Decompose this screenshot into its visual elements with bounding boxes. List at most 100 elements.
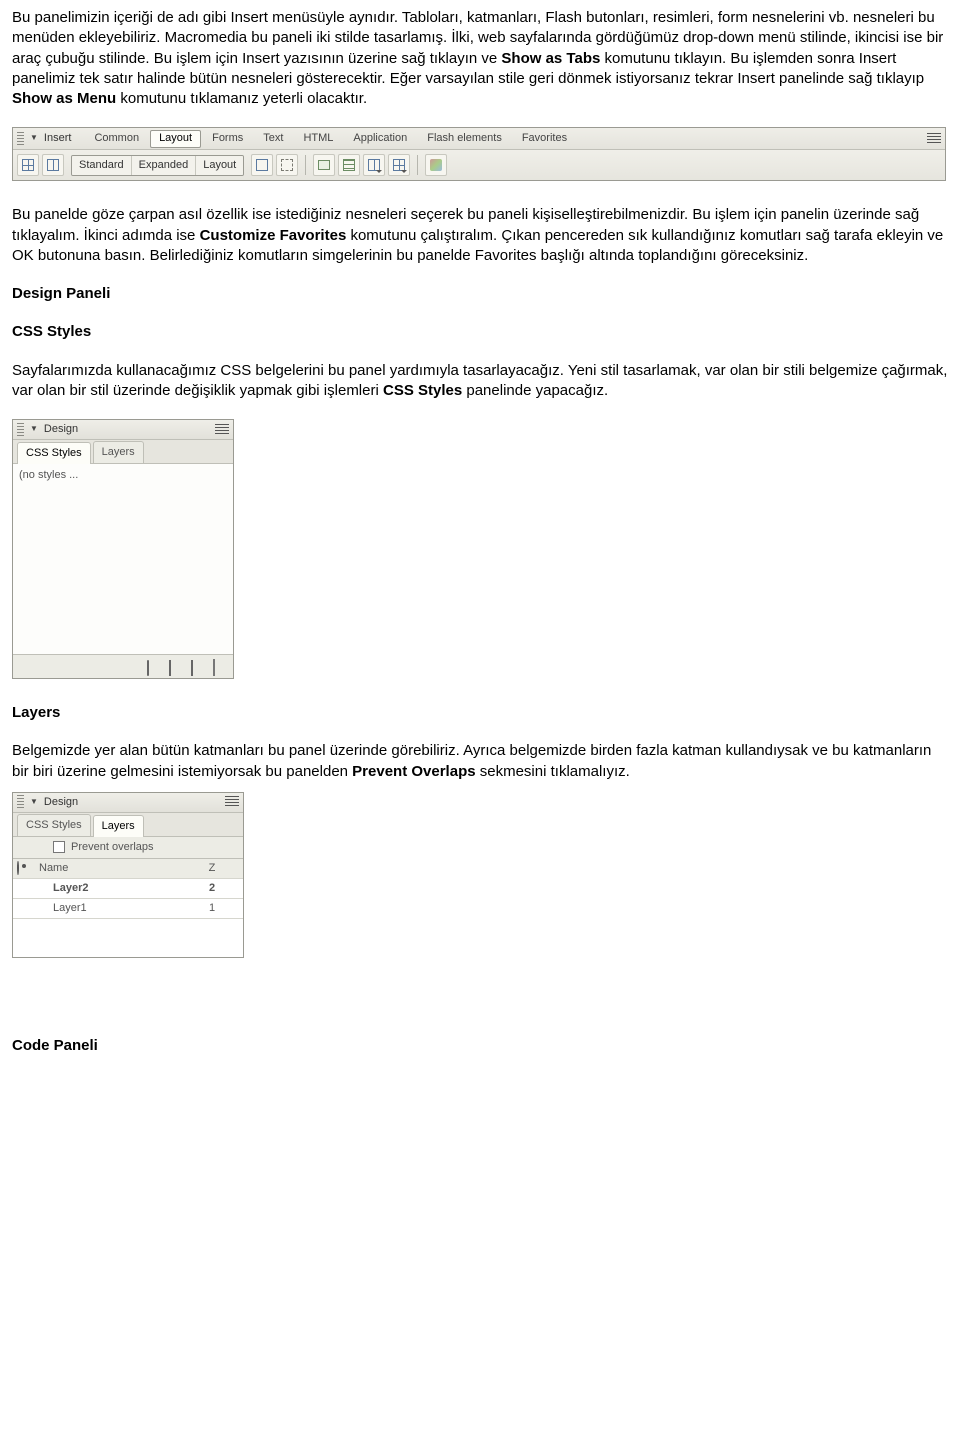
tab-forms[interactable]: Forms [203,130,252,148]
prevent-overlaps-label: Prevent overlaps [71,840,154,855]
tab-flash-elements[interactable]: Flash elements [418,130,511,148]
table-row[interactable]: Layer2 2 [13,879,243,899]
tab-css-styles[interactable]: CSS Styles [17,442,91,464]
grip-icon[interactable] [17,795,24,809]
insert-toolbar-header: ▼ Insert Common Layout Forms Text HTML A… [13,128,945,150]
edit-style-button[interactable] [191,660,205,674]
separator-icon [417,155,418,175]
paragraph-3: Sayfalarımızda kullanacağımız CSS belgel… [12,361,948,402]
edit-icon [191,660,193,676]
mode-segment: Standard Expanded Layout [71,155,244,176]
layer-name-cell[interactable]: Layer2 [39,881,185,896]
heading-design-paneli: Design Paneli [12,284,948,304]
tab-html[interactable]: HTML [294,130,342,148]
p1-bold-1: Show as Tabs [501,50,600,67]
design-panel-css: ▼ Design CSS Styles Layers (no styles ..… [12,419,234,679]
z-column-header: Z [185,861,239,876]
rows-icon [343,159,355,171]
frames-icon [393,159,405,171]
grip-icon[interactable] [17,423,24,437]
dashed-box-icon [281,159,293,171]
tab-layout[interactable]: Layout [150,130,201,148]
tab-common[interactable]: Common [85,130,148,148]
grip-icon[interactable] [17,132,24,146]
separator-icon [305,155,306,175]
design-panel-layers: ▼ Design CSS Styles Layers Prevent overl… [12,792,244,958]
eye-icon [17,861,19,875]
tabular-data-button[interactable] [425,154,447,176]
table-row[interactable]: Layer1 1 [13,899,243,919]
insert-column-button[interactable] [363,154,385,176]
seg-standard[interactable]: Standard [72,156,132,175]
insert-toolbar-row: Standard Expanded Layout [13,150,945,180]
tab-layers[interactable]: Layers [93,815,144,837]
seg-layout[interactable]: Layout [196,156,243,175]
visibility-column-header [17,861,39,876]
layers-table-header: Name Z [13,859,243,879]
heading-layers: Layers [12,703,948,723]
css-styles-body: (no styles ... [13,464,233,654]
delete-style-button[interactable] [213,660,227,674]
insert-toolbar-title: Insert [44,131,72,146]
design-panel-title: Design [44,795,78,810]
insert-row-above-button[interactable] [313,154,335,176]
heading-code-paneli: Code Paneli [12,1036,948,1056]
attach-style-sheet-button[interactable] [147,660,161,674]
new-css-rule-button[interactable] [169,660,183,674]
design-panel-header: ▼ Design [13,420,233,440]
tab-layers[interactable]: Layers [93,441,144,463]
design-panel-title: Design [44,422,78,437]
insert-table-button[interactable] [17,154,39,176]
collapse-icon[interactable]: ▼ [30,797,38,808]
no-styles-text: (no styles ... [19,469,78,481]
column-icon [368,159,380,171]
seg-expanded[interactable]: Expanded [132,156,197,175]
panel-menu-icon[interactable] [927,133,941,145]
prevent-overlaps-checkbox[interactable] [53,841,65,853]
design-panel-footer [13,654,233,678]
insert-toolbar: ▼ Insert Common Layout Forms Text HTML A… [12,127,946,181]
draw-layer-button[interactable] [251,154,273,176]
layer-z-cell[interactable]: 1 [185,901,239,916]
layer-z-cell[interactable]: 2 [185,881,239,896]
paragraph-4: Belgemizde yer alan bütün katmanları bu … [12,741,948,782]
frames-button[interactable] [388,154,410,176]
heading-css-styles: CSS Styles [12,322,948,342]
design-panel-tabs: CSS Styles Layers [13,813,243,837]
trash-icon [213,659,215,676]
design-panel-header: ▼ Design [13,793,243,813]
tab-text[interactable]: Text [254,130,292,148]
collapse-icon[interactable]: ▼ [30,424,38,435]
tab-application[interactable]: Application [344,130,416,148]
table-icon [22,159,34,171]
paragraph-2: Bu panelde göze çarpan asıl özellik ise … [12,205,948,266]
layers-body: Prevent overlaps Name Z Layer2 2 Layer1 … [13,837,243,957]
insert-row-below-button[interactable] [338,154,360,176]
collapse-icon[interactable]: ▼ [30,133,38,144]
insert-div-button[interactable] [42,154,64,176]
tabular-data-icon [430,159,442,171]
new-icon [169,660,171,676]
draw-layout-cell-button[interactable] [276,154,298,176]
cell-icon [318,160,330,170]
p4-text-b: sekmesini tıklamalıyız. [480,763,630,780]
p3-bold: CSS Styles [383,382,462,399]
insert-tabs: Common Layout Forms Text HTML Applicatio… [85,130,576,148]
tab-favorites[interactable]: Favorites [513,130,576,148]
div-icon [47,159,59,171]
layer-icon [256,159,268,171]
prevent-overlaps-row[interactable]: Prevent overlaps [13,837,243,859]
p1-bold-2: Show as Menu [12,90,116,107]
chain-icon [147,660,149,676]
tab-css-styles[interactable]: CSS Styles [17,814,91,836]
layer-name-cell[interactable]: Layer1 [39,901,185,916]
p4-bold: Prevent Overlaps [352,763,475,780]
p3-text-b: panelinde yapacağız. [466,382,608,399]
paragraph-1: Bu panelimizin içeriği de adı gibi Inser… [12,8,948,109]
name-column-header: Name [39,861,185,876]
design-panel-tabs: CSS Styles Layers [13,440,233,464]
panel-menu-icon[interactable] [225,796,239,808]
p1-text-c: komutunu tıklamanız yeterli olacaktır. [120,90,367,107]
panel-menu-icon[interactable] [215,424,229,436]
p2-bold: Customize Favorites [200,227,347,244]
